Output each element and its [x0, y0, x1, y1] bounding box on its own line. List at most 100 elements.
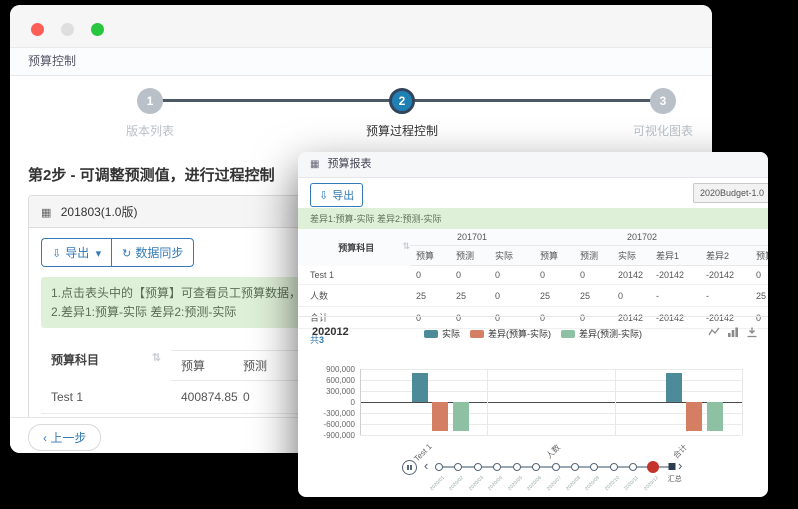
category-gridline	[742, 369, 743, 435]
timeline-item-2020/01[interactable]	[435, 463, 443, 471]
timeline-item-2020/09[interactable]	[590, 463, 598, 471]
bar-差异(预测-实际)-合计[interactable]	[707, 402, 723, 431]
cell: 0	[534, 266, 574, 285]
minimize-window-button[interactable]	[61, 23, 74, 36]
step-1-label: 版本列表	[126, 122, 174, 139]
budget-report-window: ▦ 预算报表 ⇩导出 2020Budget-1.0 差异1:预算-实际 差异2:…	[298, 152, 768, 497]
legend-swatch	[470, 330, 484, 338]
timeline-label: 2020/06	[526, 475, 543, 492]
plot-area: 900,000600,000300,0000-300,000-600,000-9…	[360, 369, 742, 435]
timeline-item-2020/10[interactable]	[610, 463, 618, 471]
row-name: Test 1	[298, 266, 410, 285]
save-image-icon[interactable]	[746, 326, 758, 338]
chevron-left-icon: ‹	[43, 431, 47, 445]
column-header-forecast[interactable]: 预测	[233, 351, 295, 381]
timeline-track: 2020/012020/022020/032020/042020/052020/…	[439, 466, 672, 468]
cell: 20142	[612, 266, 650, 285]
col-diff1[interactable]: 差异1	[650, 246, 700, 266]
timeline-label: 2020/04	[487, 475, 504, 492]
sort-icon[interactable]: ⇅	[402, 241, 410, 252]
download-icon: ⇩	[319, 190, 328, 202]
close-window-button[interactable]	[31, 23, 44, 36]
cell: 0	[612, 285, 650, 307]
chart-toolbox	[708, 326, 758, 338]
bar-差异(预测-实际)-Test 1[interactable]	[453, 402, 469, 431]
timeline-label: 2020/01	[429, 475, 446, 492]
legend-item-diff-budget[interactable]: 差异(预算-实际)	[470, 327, 551, 340]
timeline-item-2020/02[interactable]	[454, 463, 462, 471]
bar-实际-Test 1[interactable]	[412, 373, 428, 402]
y-axis-tick-label: -300,000	[323, 409, 355, 418]
cell: -20142	[650, 266, 700, 285]
col-budget[interactable]: 预算	[534, 246, 574, 266]
chart-section: 202012 实际 差异(预算-实际) 差异(预测-实际)	[298, 316, 768, 459]
line-chart-icon[interactable]	[708, 326, 720, 338]
category-gridline	[487, 369, 488, 435]
report-export-button[interactable]: ⇩导出	[310, 183, 363, 207]
step-3-label: 可视化图表	[633, 122, 693, 139]
x-axis-line	[360, 402, 742, 403]
sort-icon[interactable]: ⇅	[152, 351, 161, 364]
legend-swatch	[561, 330, 575, 338]
report-toolbar: ⇩导出 2020Budget-1.0	[298, 178, 768, 208]
cell: 25	[534, 285, 574, 307]
col-diff2[interactable]: 差异2	[700, 246, 750, 266]
data-sync-button[interactable]: ↻数据同步	[111, 238, 194, 267]
y-axis-tick-label: -900,000	[323, 431, 355, 440]
step-2-circle[interactable]: 2	[389, 88, 415, 114]
col-forecast[interactable]: 预测	[450, 246, 489, 266]
version-badge[interactable]: 2020Budget-1.0	[693, 183, 768, 203]
column-header-subject: ⇅ 预算科目	[41, 338, 171, 381]
timeline-item-2020/03[interactable]	[474, 463, 482, 471]
zoom-window-button[interactable]	[91, 23, 104, 36]
cell-budget: 400874.85	[171, 381, 233, 414]
step-3-circle[interactable]: 3	[650, 88, 676, 114]
timeline-item-2020/07[interactable]	[552, 463, 560, 471]
legend-item-actual[interactable]: 实际	[424, 327, 460, 340]
col-budget[interactable]: 预算	[410, 246, 450, 266]
y-axis-tick-label: 300,000	[326, 387, 355, 396]
previous-step-button[interactable]: ‹ 上一步	[28, 424, 101, 451]
report-panel-header: ▦ 预算报表	[298, 152, 768, 178]
legend-item-diff-forecast[interactable]: 差异(预测-实际)	[561, 327, 642, 340]
column-header-budget[interactable]: 预算	[171, 351, 233, 381]
timeline-item-2020/05[interactable]	[513, 463, 521, 471]
timeline-next-arrow[interactable]: ›	[678, 458, 682, 473]
timeline-item-2020/04[interactable]	[493, 463, 501, 471]
row-name: 人数	[298, 285, 410, 307]
table-row: 人数 25 25 0 25 25 0 - - 25	[298, 285, 768, 307]
cell: 0	[450, 266, 489, 285]
timeline-item-2020/11[interactable]	[629, 463, 637, 471]
col-actual[interactable]: 实际	[489, 246, 534, 266]
col-forecast[interactable]: 预测	[574, 246, 612, 266]
timeline-item-2020/06[interactable]	[532, 463, 540, 471]
bar-差异(预算-实际)-合计[interactable]	[686, 402, 702, 431]
bar-chart-icon[interactable]	[727, 326, 739, 338]
step-1-circle[interactable]: 1	[137, 88, 163, 114]
timeline-label: 2020/10	[604, 475, 621, 492]
chart-legend: 实际 差异(预算-实际) 差异(预测-实际)	[298, 327, 768, 340]
window-titlebar	[10, 5, 712, 48]
timeline-item-2020/12[interactable]	[647, 461, 659, 473]
cell: 0	[750, 266, 768, 285]
gridline	[360, 413, 742, 414]
step-2-label: 预算过程控制	[366, 122, 438, 139]
version-panel-title: 201803(1.0版)	[61, 205, 138, 219]
timeline-prev-arrow[interactable]: ‹	[424, 458, 428, 473]
bar-差异(预算-实际)-Test 1[interactable]	[432, 402, 448, 431]
play-pause-button[interactable]	[402, 460, 417, 475]
export-button[interactable]: ⇩导出 ▾	[41, 238, 111, 267]
cell: 0	[489, 285, 534, 307]
caret-down-icon: ▾	[96, 248, 102, 260]
table-row: Test 1 0 0 0 0 0 20142 -20142 -20142 0	[298, 266, 768, 285]
bar-实际-合计[interactable]	[666, 373, 682, 402]
col-actual[interactable]: 实际	[612, 246, 650, 266]
col-budget[interactable]: 预算	[750, 246, 768, 266]
legend-swatch	[424, 330, 438, 338]
cell: -20142	[700, 266, 750, 285]
wizard-stepper: 1 2 3 版本列表 预算过程控制 可视化图表	[10, 88, 712, 150]
month-group-201701: 201701	[410, 229, 534, 246]
timeline-item-汇总[interactable]	[669, 463, 676, 470]
timeline-item-2020/08[interactable]	[571, 463, 579, 471]
cell: -	[700, 285, 750, 307]
